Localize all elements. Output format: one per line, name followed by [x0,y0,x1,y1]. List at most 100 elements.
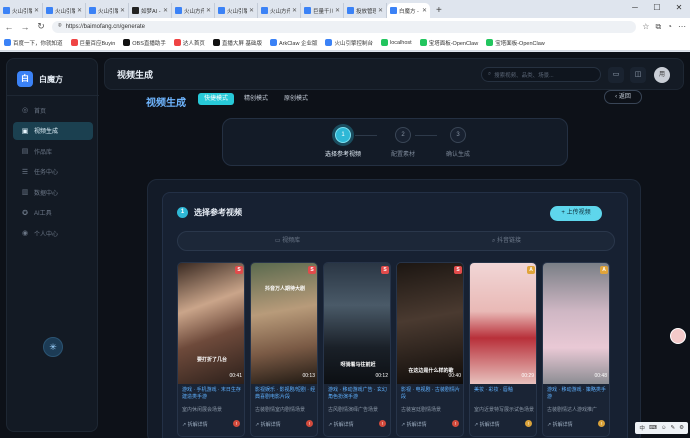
bookmark-item[interactable]: 火山引擎控制台 [325,39,373,47]
bookmark-item[interactable]: 百度一下，你就知道 [4,39,63,47]
tab-close-icon[interactable]: ✕ [335,7,340,14]
browser-tab[interactable]: 火山方舟-火山✕ [172,3,215,18]
analysis-link[interactable]: ↗ 拆解详情 [255,421,281,428]
assistant-avatar-button[interactable] [670,328,686,344]
info-icon[interactable]: ! [452,420,459,427]
analysis-link[interactable]: ↗ 拆解详情 [547,421,573,428]
video-thumbnail[interactable]: A 00:48 [543,263,609,384]
info-icon[interactable]: ! [598,420,605,427]
video-category: 游戏 · 移动游戏广告 · 玄幻角色扮演手游 [328,387,387,400]
video-camera-icon[interactable]: ▭ [608,67,624,83]
settings-float-button[interactable]: ✳ [43,337,63,357]
analysis-link[interactable]: ↗ 拆解详情 [401,421,427,428]
video-thumbnail[interactable]: A 00:29 [470,263,536,384]
bookmark-item[interactable]: 宝塔面板-OpenClaw [419,39,478,47]
favorite-icon[interactable]: ☆ [642,22,649,32]
upload-video-button[interactable]: + 上传视频 [550,206,602,221]
avatar[interactable]: 用 [654,67,670,83]
bookmark-label: 火山引擎控制台 [334,40,373,47]
browser-tab[interactable]: 火山引擎控制✕ [215,3,258,18]
bookmark-item[interactable]: OBS直播助手 [123,39,166,47]
bookmark-item[interactable]: ArkClaw 企业版 [269,39,317,47]
video-card[interactable]: S 00:41 要打折了几台 游戏 · 手机游戏 · 末日生存建造类手游 室内休闲展会场… [177,262,245,437]
browser-tab[interactable]: 白魔方 - 电商✕ [387,3,430,18]
tab-close-icon[interactable]: ✕ [206,7,211,14]
sidebar-item[interactable]: ▣ 视频生成 [13,121,93,140]
browser-menu-icon[interactable]: ⋯ [678,22,686,32]
bookmark-item[interactable]: 达人首页 [173,39,205,47]
video-card[interactable]: S 00:12 呀骑着马往前赶 游戏 · 移动游戏广告 · 玄幻角色扮演手游 古风剧情演… [323,262,391,437]
tray-icon[interactable]: 中 [639,424,645,432]
browser-tab[interactable]: 巨量千川 ✕ [301,3,344,18]
bookmark-item[interactable]: localhost [380,39,412,46]
bookmark-item[interactable]: 巨量百应Buyin [70,39,116,47]
tab-close-icon[interactable]: ✕ [249,7,254,14]
tab-close-icon[interactable]: ✕ [34,7,39,14]
video-card[interactable]: A 00:48 游戏 · 移动游戏 · 策略类手游 古装剧情达人游戏推广 ↗ 拆解详情! [542,262,610,437]
close-window-icon[interactable]: ✕ [668,0,690,15]
bookmark-label: 巨量百应Buyin [79,40,116,47]
tray-icon[interactable]: ☺ [661,425,667,431]
maximize-icon[interactable]: ☐ [646,0,668,15]
tab-close-icon[interactable]: ✕ [120,7,125,14]
video-category: 游戏 · 移动游戏 · 策略类手游 [547,387,606,400]
sidebar-item[interactable]: ◎ 首页 [13,101,93,119]
search-input[interactable]: ⌕ 搜索视频、品类、场景... [481,67,601,82]
tray-icon[interactable]: ✎ [670,425,675,431]
mode-tab[interactable]: 快捷模式 [198,93,235,105]
app-logo[interactable]: 白 白魔方 [17,71,63,87]
video-card[interactable]: A 00:29 美妆 · 彩妆 · 唇釉 室内近景特写展示试色场景 ↗ 拆解详情! [469,262,537,437]
sidebar-item[interactable]: ▤ 作品库 [13,142,93,160]
browser-tab[interactable]: 如梦AI - 一站✕ [129,3,172,18]
extensions-icon[interactable]: ⧉ [655,22,661,32]
tab-video-library[interactable]: ▭ 视频库 [178,232,397,252]
notification-icon[interactable]: ◫ [630,67,646,83]
bookmark-item[interactable]: 宝塔面板-OpenClaw [486,39,545,47]
info-icon[interactable]: ! [525,420,532,427]
info-icon[interactable]: ! [306,420,313,427]
sidebar-item[interactable]: ◉ 个人中心 [13,224,93,242]
mode-tab[interactable]: 精创模式 [238,93,274,105]
tab-close-icon[interactable]: ✕ [422,7,427,14]
info-icon[interactable]: ! [233,420,240,427]
browser-tab[interactable]: 火山引擎控制✕ [0,3,43,18]
analysis-link[interactable]: ↗ 拆解详情 [328,421,354,428]
tab-close-icon[interactable]: ✕ [163,7,168,14]
browser-tab[interactable]: 火山引擎-你✕ [86,3,129,18]
new-tab-button[interactable]: + [430,3,448,18]
minimize-icon[interactable]: ─ [624,0,646,15]
tab-douyin-link[interactable]: ⌕ 抖音链接 [397,232,616,252]
tab-close-icon[interactable]: ✕ [292,7,297,14]
analysis-link[interactable]: ↗ 拆解详情 [182,421,208,428]
back-button[interactable]: ‹ 返回 [604,90,642,104]
bookmark-item[interactable]: 直播大屏 基础版 [212,39,262,47]
site-info-icon[interactable]: ⌾ [58,23,62,30]
analysis-link[interactable]: ↗ 拆解详情 [474,421,500,428]
grade-badge: A [600,266,608,274]
browser-tab[interactable]: 火山引擎-你✕ [43,3,86,18]
browser-tab[interactable]: 投放管理 ✕ [344,3,387,18]
video-thumbnail[interactable]: S 00:13 抖音万人期待大剧 [251,263,317,384]
forward-icon[interactable]: → [20,22,30,32]
video-thumbnail[interactable]: S 00:41 要打折了几台 [178,263,244,384]
sidebar-item[interactable]: ▥ 数据中心 [13,183,93,201]
video-thumbnail[interactable]: S 00:12 呀骑着马往前赶 [324,263,390,384]
sidebar-item-icon: ◉ [21,230,29,237]
sidebar-item[interactable]: ☰ 任务中心 [13,163,93,181]
profile-icon[interactable]: ◔ [667,22,672,32]
refresh-icon[interactable]: ↻ [36,21,46,32]
back-icon[interactable]: ← [4,22,14,32]
tray-icon[interactable]: ⌨ [649,425,657,431]
video-card[interactable]: S 00:40 在这边是什么样的歌 影视 · 电视剧 · 古装剧情片段 古装宫廷剧情场景… [396,262,464,437]
url-field[interactable]: ⌾ https://baimofang.cn/generate [52,20,637,33]
video-scene: 古装剧情室内剧情场景 [255,407,306,413]
tray-icon[interactable]: ⚙ [679,425,684,431]
video-card[interactable]: S 00:13 抖音万人期待大剧 影视娱乐 · 影视剧/短剧 · 经典喜剧电影片段 古装… [250,262,318,437]
browser-tab[interactable]: 火山方舟 - A✕ [258,3,301,18]
mode-tab[interactable]: 原创模式 [278,93,314,105]
sidebar-item[interactable]: ✪ AI工具 [13,204,93,222]
tab-close-icon[interactable]: ✕ [378,7,383,14]
video-thumbnail[interactable]: S 00:40 在这边是什么样的歌 [397,263,463,384]
tab-close-icon[interactable]: ✕ [77,7,82,14]
info-icon[interactable]: ! [379,420,386,427]
